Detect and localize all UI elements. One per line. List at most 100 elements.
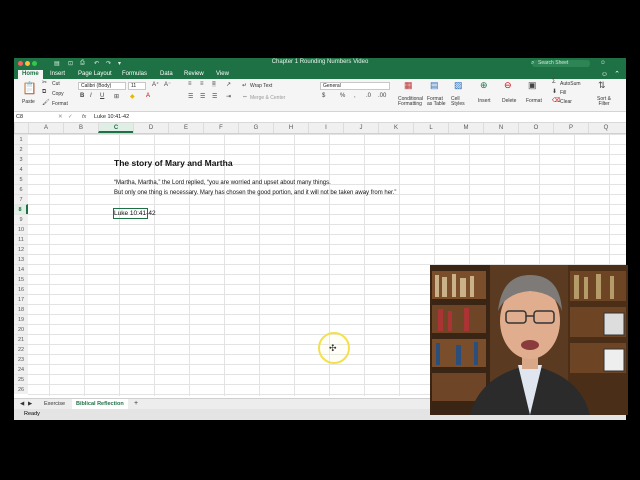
autosum-icon[interactable]: Σ: [552, 79, 556, 85]
account-icon[interactable]: ☺: [600, 60, 606, 66]
column-header-a[interactable]: A: [28, 123, 63, 133]
column-header-l[interactable]: L: [413, 123, 448, 133]
row-header-11[interactable]: 11: [14, 234, 28, 244]
column-header-m[interactable]: M: [448, 123, 483, 133]
format-cells-icon[interactable]: ▣: [528, 80, 537, 91]
borders-icon[interactable]: ⊞: [114, 93, 119, 100]
row-header-15[interactable]: 15: [14, 274, 28, 284]
row-header-26[interactable]: 26: [14, 384, 28, 394]
merge-center-icon[interactable]: ⇔: [242, 94, 248, 100]
row-header-4[interactable]: 4: [14, 164, 28, 174]
clear-button[interactable]: Clear: [560, 99, 572, 105]
insert-cells-button[interactable]: Insert: [478, 98, 491, 104]
add-sheet-icon[interactable]: +: [130, 399, 142, 409]
column-header-n[interactable]: N: [483, 123, 518, 133]
paste-button[interactable]: Paste: [22, 99, 35, 105]
cell-styles-icon[interactable]: ▨: [454, 80, 463, 91]
row-header-25[interactable]: 25: [14, 374, 28, 384]
font-color-icon[interactable]: A: [146, 93, 150, 99]
row-header-6[interactable]: 6: [14, 184, 28, 194]
cut-button[interactable]: Cut: [52, 81, 60, 87]
collapse-ribbon-icon[interactable]: ⌃: [610, 70, 624, 79]
font-name-select[interactable]: Calibri (Body): [78, 82, 126, 90]
cell-c6[interactable]: But only one thing is necessary. Mary ha…: [114, 190, 396, 196]
row-header-13[interactable]: 13: [14, 254, 28, 264]
tab-review[interactable]: Review: [180, 70, 208, 79]
italic-icon[interactable]: I: [90, 93, 92, 99]
align-top-icon[interactable]: ≡: [188, 81, 192, 87]
formula-input[interactable]: Luke 10:41-42: [94, 112, 129, 122]
delete-cells-button[interactable]: Delete: [502, 98, 516, 104]
fill-button[interactable]: Fill: [560, 90, 566, 96]
column-header-k[interactable]: K: [378, 123, 413, 133]
font-size-select[interactable]: 11: [128, 82, 146, 90]
copy-icon[interactable]: ⧉: [42, 89, 46, 96]
decrease-decimal-icon[interactable]: .00: [378, 93, 386, 99]
tab-insert[interactable]: Insert: [46, 70, 69, 79]
row-header-2[interactable]: 2: [14, 144, 28, 154]
align-left-icon[interactable]: ☰: [188, 93, 193, 100]
row-header-7[interactable]: 7: [14, 194, 28, 204]
column-header-g[interactable]: G: [238, 123, 273, 133]
underline-icon[interactable]: U: [100, 93, 104, 99]
column-header-c[interactable]: C: [98, 123, 133, 133]
fill-icon[interactable]: ⬇: [552, 88, 557, 95]
row-header-1[interactable]: 1: [14, 134, 28, 144]
cell-c5[interactable]: “Martha, Martha,” the Lord replied, “you…: [114, 180, 331, 186]
currency-icon[interactable]: $: [322, 93, 325, 99]
tab-page-layout[interactable]: Page Layout: [74, 70, 116, 79]
format-cells-button[interactable]: Format: [526, 98, 542, 104]
format-painter-button[interactable]: Format: [52, 101, 68, 107]
column-header-b[interactable]: B: [63, 123, 98, 133]
tab-home[interactable]: Home: [18, 70, 43, 79]
indent-icon[interactable]: ⇥: [226, 93, 231, 100]
row-header-3[interactable]: 3: [14, 154, 28, 164]
paste-icon[interactable]: 📋: [22, 81, 37, 95]
wrap-text-button[interactable]: Wrap Text: [250, 83, 272, 89]
row-header-21[interactable]: 21: [14, 334, 28, 344]
format-as-table-button[interactable]: Format as Table: [427, 97, 447, 107]
column-header-q[interactable]: Q: [588, 123, 623, 133]
cell-styles-button[interactable]: Cell Styles: [451, 97, 469, 107]
row-header-5[interactable]: 5: [14, 174, 28, 184]
row-header-16[interactable]: 16: [14, 284, 28, 294]
fx-label[interactable]: fx: [82, 112, 86, 122]
tab-view[interactable]: View: [212, 70, 233, 79]
column-header-i[interactable]: I: [308, 123, 343, 133]
decrease-font-icon[interactable]: A⁻: [164, 81, 171, 88]
format-as-table-icon[interactable]: ▤: [430, 80, 439, 91]
sheet-tab-exercise[interactable]: Exercise: [40, 399, 69, 409]
comma-style-icon[interactable]: ,: [354, 93, 356, 99]
column-header-e[interactable]: E: [168, 123, 203, 133]
conditional-formatting-icon[interactable]: ▦: [404, 80, 413, 91]
column-header-p[interactable]: P: [553, 123, 588, 133]
select-all-corner[interactable]: [14, 123, 28, 133]
delete-cells-icon[interactable]: ⊖: [504, 80, 512, 91]
align-center-icon[interactable]: ☰: [200, 93, 205, 100]
tab-data[interactable]: Data: [156, 70, 177, 79]
next-sheet-icon[interactable]: ▶: [24, 399, 36, 409]
cut-icon[interactable]: ✂: [42, 79, 47, 86]
align-right-icon[interactable]: ☰: [212, 93, 217, 100]
copy-button[interactable]: Copy: [52, 91, 64, 97]
format-painter-icon[interactable]: 🖌: [42, 99, 50, 106]
name-box[interactable]: C8: [16, 112, 42, 122]
column-header-h[interactable]: H: [273, 123, 308, 133]
align-bottom-icon[interactable]: ≡: [212, 81, 216, 87]
sort-filter-icon[interactable]: ⇅: [598, 80, 606, 91]
percent-icon[interactable]: %: [340, 93, 345, 99]
row-header-12[interactable]: 12: [14, 244, 28, 254]
number-format-select[interactable]: General: [320, 82, 390, 90]
row-header-18[interactable]: 18: [14, 304, 28, 314]
increase-font-icon[interactable]: A⁺: [152, 81, 159, 88]
sort-filter-button[interactable]: Sort & Filter: [592, 97, 616, 107]
orientation-icon[interactable]: ↗: [226, 81, 231, 88]
column-header-o[interactable]: O: [518, 123, 553, 133]
row-header-19[interactable]: 19: [14, 314, 28, 324]
autosum-button[interactable]: AutoSum: [560, 81, 581, 87]
column-header-f[interactable]: F: [203, 123, 238, 133]
row-header-24[interactable]: 24: [14, 364, 28, 374]
fill-color-icon[interactable]: ◆: [130, 93, 135, 100]
align-middle-icon[interactable]: ≡: [200, 81, 204, 87]
search-sheet-input[interactable]: Search Sheet: [532, 60, 590, 67]
